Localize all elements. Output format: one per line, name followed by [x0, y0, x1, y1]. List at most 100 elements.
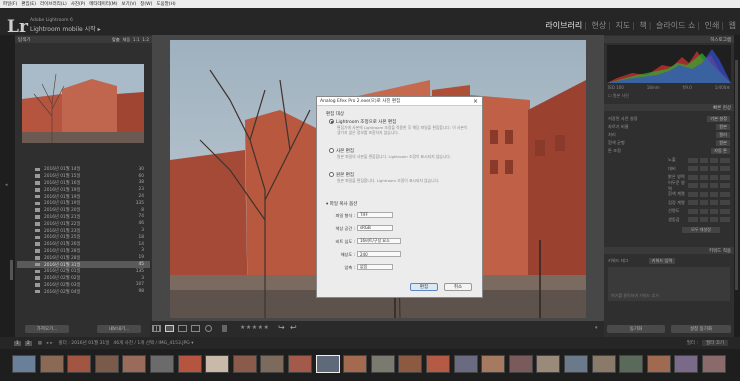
navigator-header[interactable]: 탐색기 맞춤 채움 1:1 1:2: [15, 36, 152, 43]
filmstrip-thumbnail[interactable]: [591, 355, 616, 373]
filmstrip-thumbnail[interactable]: [619, 355, 644, 373]
flag-icon[interactable]: [222, 325, 227, 332]
filmstrip-thumbnail[interactable]: [205, 355, 230, 373]
tone-increase-small-button[interactable]: [710, 174, 718, 180]
tone-decrease-small-button[interactable]: [700, 157, 708, 163]
folder-item[interactable]: 2016년 01월 14일 30: [17, 166, 150, 173]
original-photo-toggle[interactable]: ☐ 원본 사진: [608, 93, 629, 99]
tone-increase-button[interactable]: [720, 208, 730, 214]
menu-library[interactable]: 라이브러리(L): [40, 1, 67, 7]
tone-increase-button[interactable]: [720, 166, 730, 172]
saved-preset-select[interactable]: 기본 설정: [707, 115, 730, 122]
filmstrip-thumbnail[interactable]: [536, 355, 561, 373]
filmstrip-thumbnail[interactable]: [702, 355, 726, 373]
zoom-fill[interactable]: 채움: [122, 37, 130, 42]
folder-item[interactable]: 2016년 01월 31일 45: [17, 261, 150, 268]
filmstrip-thumbnail[interactable]: [122, 355, 147, 373]
filmstrip-thumbnail[interactable]: [508, 355, 533, 373]
filmstrip-thumbnail[interactable]: [288, 355, 312, 373]
tone-decrease-button[interactable]: [688, 191, 698, 197]
filmstrip-thumbnail[interactable]: [564, 355, 588, 373]
zoom-1-2[interactable]: 1:2: [142, 37, 149, 42]
import-button[interactable]: 가져오기...: [25, 325, 69, 333]
left-scrollbar[interactable]: [10, 260, 13, 280]
filter-select[interactable]: 필터 끄기: [702, 340, 728, 346]
tone-increase-small-button[interactable]: [710, 191, 718, 197]
tone-decrease-small-button[interactable]: [700, 191, 708, 197]
folder-item[interactable]: 2016년 01월 19일 24: [17, 193, 150, 200]
tone-increase-small-button[interactable]: [710, 208, 718, 214]
tone-decrease-button[interactable]: [688, 208, 698, 214]
tone-decrease-small-button[interactable]: [700, 166, 708, 172]
sync-button[interactable]: 동기화: [607, 325, 665, 333]
folder-item[interactable]: 2016년 01월 15일 60: [17, 173, 150, 180]
menu-photo[interactable]: 사진(P): [71, 1, 86, 7]
page-2-button[interactable]: 2: [24, 340, 32, 346]
page-1-button[interactable]: 1: [14, 340, 21, 346]
compare-view-icon[interactable]: [178, 325, 187, 332]
mobile-link[interactable]: Lightroom mobile 시작 ▸: [30, 24, 101, 33]
option-edit-with-adjustments[interactable]: Lightroom 조정으로 사본 편집 편집기에 사본에 Lightroom …: [329, 119, 479, 135]
zoom-1-1[interactable]: 1:1: [133, 37, 140, 42]
tone-increase-small-button[interactable]: [710, 183, 719, 189]
module-print[interactable]: 인쇄: [705, 21, 720, 30]
tone-increase-button[interactable]: [720, 191, 730, 197]
sync-settings-button[interactable]: 설정 동기화: [671, 325, 731, 333]
folder-item[interactable]: 2016년 01월 22일 46: [17, 220, 150, 227]
filmstrip-thumbnail[interactable]: [39, 355, 64, 373]
tone-increase-small-button[interactable]: [710, 157, 718, 163]
histogram-header[interactable]: 히스토그램: [604, 36, 734, 43]
quick-develop-header[interactable]: 빠른 현상: [604, 104, 734, 111]
color-space-select[interactable]: sRGB: [357, 225, 393, 231]
compression-select[interactable]: 없음: [357, 264, 393, 270]
tone-increase-small-button[interactable]: [710, 217, 718, 223]
tone-decrease-small-button[interactable]: [700, 200, 708, 206]
module-slideshow[interactable]: 슬라이드 쇼: [656, 21, 695, 30]
filmstrip-thumbnail[interactable]: [674, 355, 699, 373]
tone-increase-small-button[interactable]: [710, 200, 718, 206]
filmstrip-thumbnail[interactable]: [370, 355, 395, 373]
tone-increase-button[interactable]: [720, 200, 730, 206]
filmstrip-thumbnail[interactable]: [94, 355, 119, 373]
crop-select[interactable]: 원본: [716, 123, 730, 130]
folder-item[interactable]: 2016년 01월 21일 74: [17, 214, 150, 221]
radio-icon[interactable]: [329, 148, 334, 153]
folder-item[interactable]: 2016년 02월 01일 135: [17, 268, 150, 275]
filmstrip-thumbnail[interactable]: [12, 355, 36, 373]
module-book[interactable]: 책: [639, 21, 646, 30]
filmstrip-thumbnail[interactable]: [398, 355, 423, 373]
folder-item[interactable]: 2016년 02월 03일 107: [17, 282, 150, 289]
tone-increase-button[interactable]: [720, 157, 730, 163]
radio-icon[interactable]: [329, 172, 334, 177]
export-button[interactable]: 내보내기...: [97, 325, 141, 333]
keywording-header[interactable]: 키워드 적용: [604, 247, 734, 254]
keyword-tags-select[interactable]: 키워드 입력: [648, 257, 676, 264]
filmstrip-thumbnail[interactable]: [426, 355, 450, 373]
filmstrip-thumbnail[interactable]: [646, 355, 671, 373]
folder-item[interactable]: 2016년 01월 28일 19: [17, 254, 150, 261]
rotate-right-icon[interactable]: ↩: [290, 323, 297, 332]
right-scrollbar[interactable]: [735, 60, 738, 290]
back-arrow-icon[interactable]: ◂: [46, 341, 48, 346]
filmstrip-thumbnail[interactable]: [177, 355, 202, 373]
tone-increase-button[interactable]: [720, 174, 730, 180]
close-icon[interactable]: ×: [473, 98, 478, 105]
menu-help[interactable]: 도움말(H): [156, 1, 175, 7]
tone-decrease-small-button[interactable]: [700, 174, 708, 180]
grid-icon[interactable]: ▦: [38, 341, 42, 346]
module-develop[interactable]: 현상: [591, 21, 606, 30]
tone-decrease-button[interactable]: [688, 174, 698, 180]
tone-decrease-button[interactable]: [688, 200, 698, 206]
zoom-fit[interactable]: 맞춤: [112, 37, 120, 42]
treatment-select[interactable]: 컬러: [716, 131, 730, 138]
folder-item[interactable]: 2016년 02월 02일 3: [17, 275, 150, 282]
menu-metadata[interactable]: 메타데이터(M): [89, 1, 117, 7]
forward-arrow-icon[interactable]: ▸: [50, 341, 52, 346]
toolbar-menu-icon[interactable]: ▾: [595, 325, 598, 331]
tone-decrease-small-button[interactable]: [700, 183, 709, 189]
edit-button[interactable]: 편집: [410, 283, 438, 291]
people-view-icon[interactable]: [205, 325, 212, 332]
folder-item[interactable]: 2016년 01월 23일 3: [17, 227, 150, 234]
rotate-left-icon[interactable]: ↪: [278, 323, 285, 332]
tone-decrease-button[interactable]: [688, 183, 699, 189]
